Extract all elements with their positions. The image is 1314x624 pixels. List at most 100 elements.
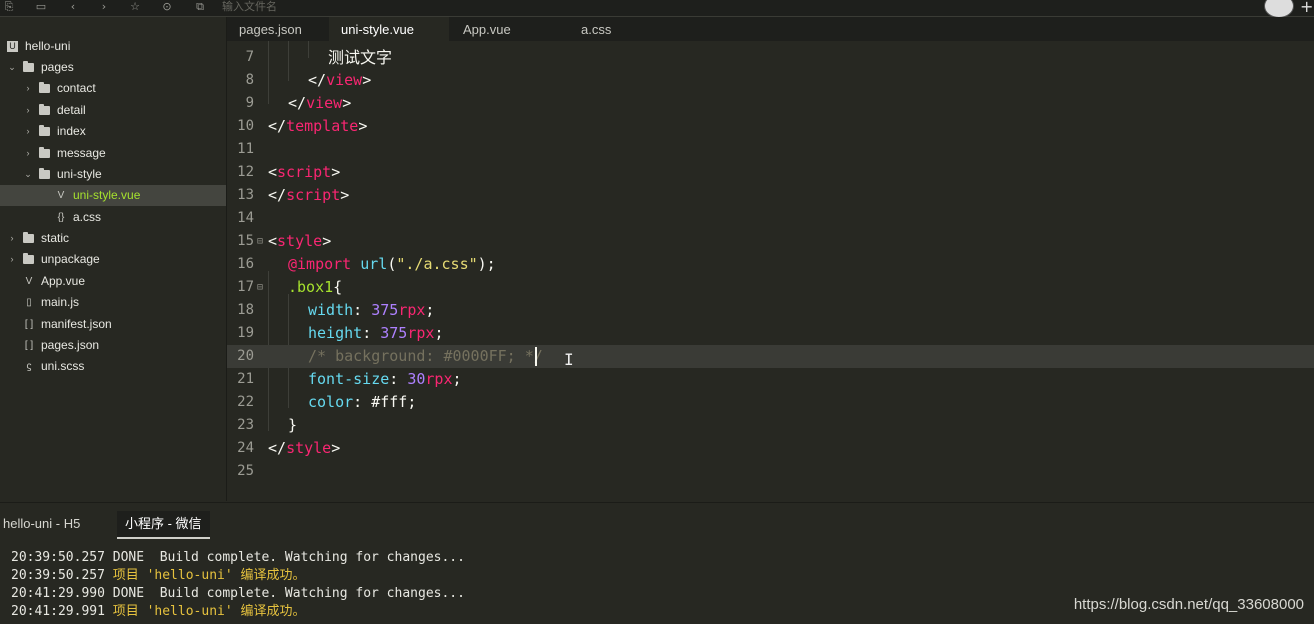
tag-name: script bbox=[286, 186, 341, 204]
code-line: 7 测试文字 bbox=[227, 46, 1314, 69]
console-message: DONE Build complete. Watching for change… bbox=[104, 586, 465, 601]
tree-label: uni-style.vue bbox=[73, 188, 141, 202]
code-text: @import url("./a.css"); bbox=[288, 253, 496, 276]
tree-folder-uni-style[interactable]: ⌄ uni-style bbox=[0, 164, 226, 185]
code-line: 12 <script> bbox=[227, 161, 1314, 184]
tree-file-uni-style-vue[interactable]: V uni-style.vue bbox=[0, 185, 226, 206]
console-time: 20:41:29.990 bbox=[11, 586, 105, 601]
code-text: color: #fff; bbox=[308, 391, 416, 414]
code-line: 21 font-size: 30rpx; bbox=[227, 368, 1314, 391]
unit: rpx bbox=[398, 301, 426, 319]
tab-app-vue[interactable]: App.vue bbox=[451, 17, 563, 41]
tree-file-main-js[interactable]: ▯ main.js bbox=[0, 292, 226, 313]
css-file-icon: {} bbox=[57, 212, 65, 223]
console-tab-weixin[interactable]: 小程序 - 微信 bbox=[117, 511, 210, 539]
chevron-right-icon[interactable]: › bbox=[23, 121, 33, 142]
code-text: .box1{ bbox=[288, 276, 342, 299]
code-editor[interactable]: 7 测试文字 8 </view> 9 </view> 10 </template… bbox=[227, 41, 1314, 501]
chevron-right-icon[interactable]: › bbox=[23, 78, 33, 99]
avatar[interactable] bbox=[1264, 0, 1294, 18]
new-file-icon[interactable]: ⎘ bbox=[2, 0, 16, 14]
console-line: 20:41:29.990 DONE Build complete. Watchi… bbox=[11, 585, 465, 603]
tab-a-css[interactable]: a.css bbox=[569, 17, 681, 41]
line-number: 16 bbox=[237, 256, 254, 272]
console-line: 20:39:50.257 DONE Build complete. Watchi… bbox=[11, 549, 465, 567]
tab-pages-json[interactable]: pages.json bbox=[227, 17, 339, 41]
punct: ; bbox=[452, 370, 462, 388]
code-text: <script> bbox=[268, 161, 340, 184]
tag-name: style bbox=[277, 232, 323, 250]
code-line: 18 width: 375rpx; bbox=[227, 299, 1314, 322]
console-time: 20:39:50.257 bbox=[11, 568, 105, 583]
forward-icon[interactable]: › bbox=[97, 0, 111, 14]
code-line: 16 @import url("./a.css"); bbox=[227, 253, 1314, 276]
fold-toggle-icon[interactable]: ⊟ bbox=[257, 276, 263, 299]
tag-bracket: > bbox=[340, 186, 350, 204]
comment: */ bbox=[515, 347, 543, 365]
console-tab-h5[interactable]: hello-uni - H5 bbox=[3, 511, 80, 537]
plus-icon[interactable]: + bbox=[1300, 0, 1313, 16]
line-number: 13 bbox=[237, 187, 254, 203]
code-text: </style> bbox=[268, 437, 340, 460]
tag-name: style bbox=[286, 439, 332, 457]
tree-label: index bbox=[57, 124, 86, 138]
tree-file-a-css[interactable]: {} a.css bbox=[0, 207, 226, 228]
console-time: 20:39:50.257 bbox=[11, 550, 105, 565]
text-cursor bbox=[535, 347, 537, 366]
tree-project-hello-uni[interactable]: U hello-uni bbox=[0, 36, 226, 57]
chevron-right-icon[interactable]: › bbox=[7, 228, 17, 249]
tree-file-manifest-json[interactable]: [ ] manifest.json bbox=[0, 314, 226, 335]
code-line: 13 </script> bbox=[227, 184, 1314, 207]
folder-icon bbox=[23, 253, 34, 264]
line-number: 14 bbox=[237, 210, 254, 226]
console-message: DONE Build complete. Watching for change… bbox=[104, 550, 465, 565]
console-line: 20:39:50.257 项目 'hello-uni' 编译成功。 bbox=[11, 567, 306, 585]
save-icon[interactable]: ▭ bbox=[34, 0, 48, 14]
chevron-right-icon[interactable]: › bbox=[23, 143, 33, 164]
star-icon[interactable]: ☆ bbox=[128, 0, 142, 14]
line-number: 18 bbox=[237, 302, 254, 318]
code-text: 测试文字 bbox=[328, 48, 393, 67]
project-explorer: U hello-uni ⌄ pages › contact › detail ›… bbox=[0, 17, 227, 501]
fold-toggle-icon[interactable]: ⊟ bbox=[257, 230, 263, 253]
chevron-right-icon[interactable]: › bbox=[23, 100, 33, 121]
tree-folder-message[interactable]: › message bbox=[0, 143, 226, 164]
code-line: 15 ⊟ <style> bbox=[227, 230, 1314, 253]
code-line: 19 height: 375rpx; bbox=[227, 322, 1314, 345]
file-search-icon[interactable]: ⧉ bbox=[193, 0, 207, 14]
top-toolbar: ⎘ ▭ ‹ › ☆ ⊙ ⧉ 输入文件名 + bbox=[0, 0, 1314, 18]
run-icon[interactable]: ⊙ bbox=[160, 0, 174, 14]
tag-name: script bbox=[277, 163, 332, 181]
chevron-right-icon[interactable]: › bbox=[7, 249, 17, 270]
code-text: width: 375rpx; bbox=[308, 299, 434, 322]
tree-file-uni-scss[interactable]: ϛ uni.scss bbox=[0, 356, 226, 377]
chevron-down-icon[interactable]: ⌄ bbox=[7, 57, 17, 78]
tree-folder-pages[interactable]: ⌄ pages bbox=[0, 57, 226, 78]
back-icon[interactable]: ‹ bbox=[66, 0, 80, 14]
tree-folder-detail[interactable]: › detail bbox=[0, 100, 226, 121]
folder-icon bbox=[39, 104, 50, 115]
tree-folder-index[interactable]: › index bbox=[0, 121, 226, 142]
punct: ); bbox=[477, 255, 496, 273]
string: "./a.css" bbox=[396, 255, 478, 273]
tree-label: unpackage bbox=[41, 252, 100, 266]
punct: : bbox=[389, 370, 408, 388]
scss-file-icon: ϛ bbox=[26, 361, 32, 372]
line-number: 19 bbox=[237, 325, 254, 341]
tree-folder-contact[interactable]: › contact bbox=[0, 78, 226, 99]
tree-file-pages-json[interactable]: [ ] pages.json bbox=[0, 335, 226, 356]
code-line: 14 bbox=[227, 207, 1314, 230]
tree-folder-static[interactable]: › static bbox=[0, 228, 226, 249]
css-selector: .box1 bbox=[288, 278, 334, 296]
css-property: width bbox=[308, 301, 354, 319]
tree-folder-unpackage[interactable]: › unpackage bbox=[0, 249, 226, 270]
tree-file-app-vue[interactable]: V App.vue bbox=[0, 271, 226, 292]
tab-uni-style-vue[interactable]: uni-style.vue bbox=[329, 17, 449, 41]
tag-bracket: > bbox=[331, 163, 341, 181]
chevron-down-icon[interactable]: ⌄ bbox=[23, 164, 33, 185]
tag-bracket: </ bbox=[268, 439, 287, 457]
file-search-input[interactable]: 输入文件名 bbox=[222, 0, 277, 14]
tag-bracket: > bbox=[342, 94, 352, 112]
folder-icon bbox=[39, 125, 50, 136]
